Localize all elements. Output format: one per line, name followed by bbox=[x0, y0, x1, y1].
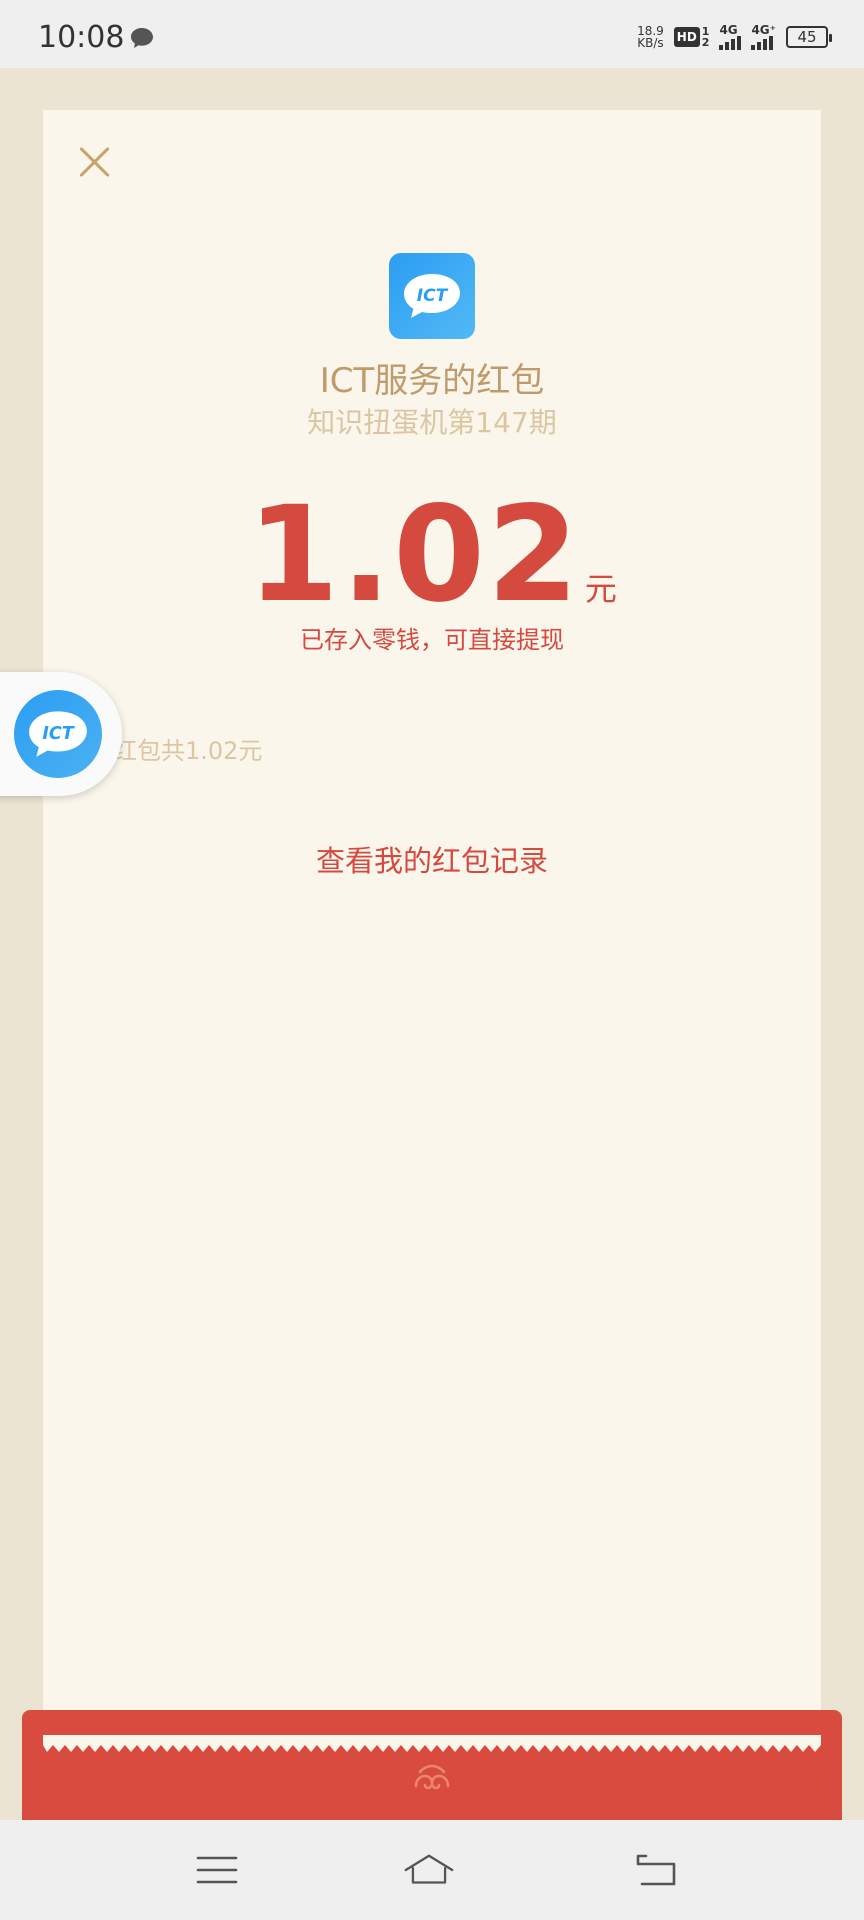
sender-logo: ICT bbox=[389, 253, 475, 339]
network-speed: 18.9 KB/s bbox=[637, 25, 664, 49]
envelope-zigzag-edge bbox=[43, 1735, 821, 1752]
status-bar: 10:08 18.9 KB/s HD 1 2 4G 4G⁺ 45 bbox=[0, 0, 864, 68]
saved-to-balance-note: 已存入零钱，可直接提现 bbox=[300, 626, 564, 654]
hd-label: HD bbox=[673, 27, 700, 47]
logo-text: ICT bbox=[42, 724, 75, 744]
hd-sim-2: 2 bbox=[701, 36, 710, 49]
packet-subtitle: 知识扭蛋机第147期 bbox=[307, 406, 557, 439]
red-packet-card: ICT ICT服务的红包 知识扭蛋机第147期 1.02 元 已存入零钱，可直接… bbox=[43, 110, 821, 1760]
close-icon[interactable] bbox=[73, 140, 117, 184]
menu-icon[interactable] bbox=[192, 1848, 242, 1892]
signal-bars-icon bbox=[719, 36, 742, 50]
back-icon[interactable] bbox=[632, 1848, 682, 1892]
network-speed-unit: KB/s bbox=[637, 36, 664, 50]
system-nav-bar bbox=[0, 1820, 864, 1920]
view-records-link[interactable]: 查看我的红包记录 bbox=[43, 838, 821, 880]
signal-1: 4G bbox=[719, 23, 742, 50]
signal-2: 4G⁺ bbox=[751, 24, 776, 50]
amount-unit: 元 bbox=[584, 570, 617, 608]
signal-2-label: 4G⁺ bbox=[751, 23, 776, 37]
screen: 10:08 18.9 KB/s HD 1 2 4G 4G⁺ 45 ICT ICT… bbox=[0, 0, 864, 1920]
battery-icon: 45 bbox=[786, 26, 832, 48]
chat-bubble-logo-icon: ICT bbox=[404, 274, 460, 318]
amount-row: 1.02 元 bbox=[43, 480, 821, 630]
sender-name: ICT服务的红包 bbox=[319, 361, 545, 401]
chat-bubble-logo-icon: ICT bbox=[29, 711, 87, 757]
message-icon bbox=[131, 28, 153, 48]
hd-sim-numbers: 1 2 bbox=[702, 26, 710, 48]
hd-voice-badge: HD 1 2 bbox=[673, 26, 710, 48]
status-indicators: 18.9 KB/s HD 1 2 4G 4G⁺ 45 bbox=[637, 22, 832, 52]
envelope-emblem-icon bbox=[414, 1764, 450, 1790]
signal-bars-icon bbox=[751, 36, 774, 50]
floating-app-logo: ICT bbox=[14, 690, 102, 778]
home-icon[interactable] bbox=[404, 1848, 454, 1892]
floating-app-bubble[interactable]: ICT bbox=[0, 672, 122, 796]
status-time: 10:08 bbox=[38, 20, 125, 55]
logo-text: ICT bbox=[417, 286, 449, 306]
packet-total-note: 红包共1.02元 bbox=[113, 737, 263, 765]
battery-level: 45 bbox=[797, 28, 817, 46]
signal-1-label: 4G bbox=[719, 23, 738, 37]
amount-value: 1.02 bbox=[247, 478, 581, 632]
